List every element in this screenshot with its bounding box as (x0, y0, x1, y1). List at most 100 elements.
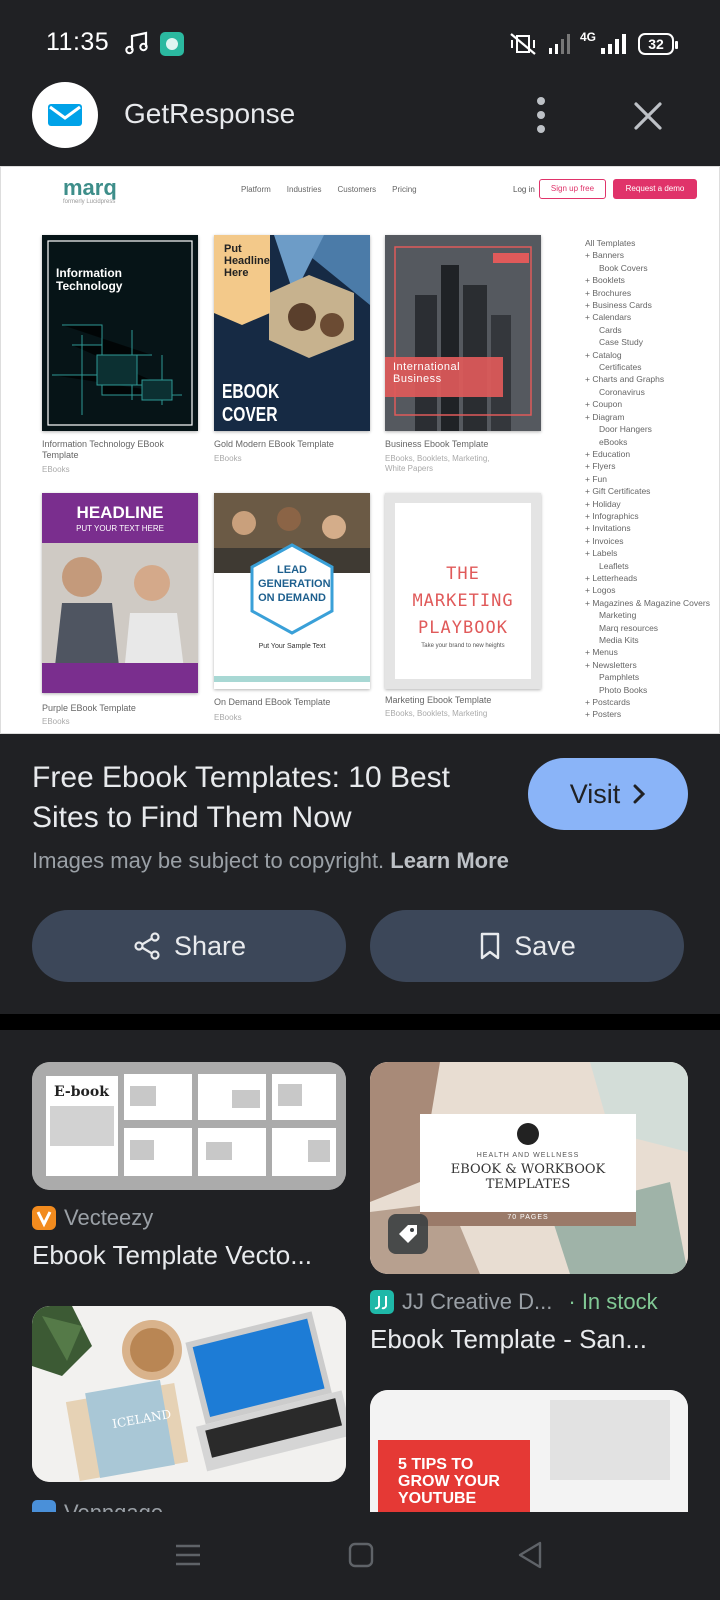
related-image-jj-creative[interactable]: HEALTH AND WELLNESS EBOOK & WORKBOOK TEM… (370, 1062, 688, 1274)
cover-title: International Business (393, 361, 461, 385)
chevron-right-icon (633, 784, 646, 804)
category-list-item: + Gift Certificates (585, 486, 651, 497)
category-list-item: + Education (585, 448, 631, 459)
related-image-vecteezy[interactable]: E-book (32, 1062, 346, 1190)
save-label: Save (514, 930, 576, 961)
card-source: Venngage (32, 1500, 163, 1512)
skyline-image (385, 235, 541, 431)
category-list-item: + Infographics (585, 510, 639, 521)
template-name: Marketing Ebook Template (385, 695, 492, 705)
source-header: GetResponse (0, 66, 720, 166)
copyright-text: Images may be subject to copyright. (32, 848, 385, 873)
copyright-notice: Images may be subject to copyright. Lear… (32, 848, 509, 874)
template-category: EBooks, Booklets, Marketing (385, 709, 488, 718)
category-list-item: + Booklets (585, 275, 625, 286)
stock-status: · In stock (568, 1289, 658, 1314)
category-list-item: + Menus (585, 647, 618, 658)
cover-title: LEAD GENERATION ON DEMAND (258, 564, 331, 604)
site-name[interactable]: GetResponse (124, 98, 295, 130)
marq-tagline: formerly Lucidpress (63, 199, 116, 205)
category-list-item: + Holiday (585, 498, 621, 509)
template-category: EBooks, Booklets, Marketing, White Paper… (385, 454, 490, 473)
share-button[interactable]: Share (32, 910, 346, 982)
template-cover: International Business (385, 235, 541, 431)
related-image-venngage[interactable]: ICELAND (32, 1306, 346, 1482)
jj-creative-favicon-icon (370, 1290, 394, 1314)
cover-subtitle: PUT YOUR TEXT HERE (76, 524, 164, 533)
template-cover: LEAD GENERATION ON DEMAND Put Your Sampl… (214, 493, 370, 689)
app-notification-icon (160, 32, 184, 56)
system-nav-bar (0, 1512, 720, 1600)
category-list-item: + Newsletters (585, 659, 637, 670)
category-list-item: + Calendars (585, 312, 632, 323)
template-cover: Information Technology (42, 235, 198, 431)
cover-title: Information Technology (56, 266, 123, 293)
template-category: EBooks (42, 717, 70, 726)
close-icon[interactable] (628, 96, 668, 136)
bookmark-icon (481, 932, 500, 960)
site-favicon[interactable] (32, 82, 98, 148)
preview-image[interactable]: marq formerly Lucidpress Platform Indust… (0, 166, 720, 734)
envelope-icon (48, 104, 82, 126)
save-button[interactable]: Save (370, 910, 684, 982)
category-list-item: + Invitations (585, 523, 631, 534)
cover-title: EBOOK COVER (222, 381, 280, 426)
category-list-item: + Invoices (585, 535, 624, 546)
share-label: Share (173, 930, 247, 961)
more-options-icon[interactable] (524, 92, 558, 138)
status-time: 11:35 (46, 28, 110, 56)
menu-icon[interactable] (174, 1542, 202, 1568)
category-list-item: Coronavirus (599, 386, 645, 397)
cover-title: HEADLINE (76, 503, 164, 522)
marq-nav: Platform Industries Customers Pricing (241, 185, 417, 194)
category-list-item: + Business Cards (585, 300, 652, 311)
category-list-item: + Charts and Graphs (585, 374, 665, 385)
category-list-item: Media Kits (599, 635, 639, 645)
visit-button[interactable]: Visit (528, 758, 688, 830)
result-title[interactable]: Free Ebook Templates: 10 Best Sites to F… (32, 758, 502, 838)
category-list-item: Cards (599, 324, 622, 335)
category-list-item: All Templates (585, 238, 636, 248)
cover-title: THE MARKETING PLAYBOOK (412, 564, 514, 638)
vecteezy-favicon-icon (32, 1206, 56, 1230)
cover-subtitle: Put Your Sample Text (258, 643, 326, 650)
card-title[interactable]: Ebook Template - San... (370, 1324, 670, 1355)
category-list-item: Certificates (599, 362, 642, 373)
template-category: EBooks (214, 713, 242, 722)
card-title[interactable]: Ebook Template Vecto... (32, 1240, 332, 1271)
category-list-item: + Magazines & Magazine Covers (585, 597, 710, 608)
marq-logo: marq (63, 175, 117, 200)
learn-more-link[interactable]: Learn More (390, 848, 509, 873)
category-list-item: + Logos (585, 585, 616, 596)
source-name: JJ Creative D... (402, 1289, 553, 1314)
back-icon[interactable] (516, 1540, 544, 1570)
category-list-item: + Postcards (585, 697, 631, 708)
category-list-item: Book Covers (599, 262, 648, 273)
network-type: 4G (579, 30, 596, 44)
marq-nav-item: Platform (241, 185, 271, 194)
laptop-desk-image (32, 1306, 346, 1482)
marq-nav-item: Industries (286, 185, 322, 194)
cover-subtitle: Take your brand to new heights (421, 643, 505, 649)
category-list-item: + Banners (585, 250, 624, 261)
category-list-item: + Flyers (585, 461, 616, 472)
category-list-item: + Fun (585, 473, 607, 484)
category-list-item: Pamphlets (599, 672, 640, 683)
template-category-list: All Templates + Banners Book Covers + Bookl… (585, 237, 715, 721)
template-cover: HEADLINE PUT YOUR TEXT HERE (42, 493, 198, 693)
related-image-youtube-tips[interactable]: 5 TIPS TO GROW YOUR YOUTUBE (370, 1390, 688, 1512)
category-list-item: Photo Books (599, 684, 648, 695)
category-list-item: Leaflets (599, 560, 629, 571)
template-name: On Demand EBook Template (214, 697, 331, 707)
mute-vibrate-icon (510, 33, 536, 55)
marq-signup: Sign up free (539, 179, 606, 199)
category-list-item: Marq resources (599, 622, 659, 633)
home-icon[interactable] (348, 1542, 374, 1568)
business-meeting-image (42, 493, 198, 693)
marq-nav-item: Customers (337, 185, 377, 194)
music-note-icon (125, 31, 148, 55)
category-list-item: + Labels (585, 548, 618, 559)
category-list-item: + Diagram (585, 411, 625, 422)
template-category: EBooks (214, 454, 242, 463)
template-name: Gold Modern EBook Template (214, 439, 334, 449)
